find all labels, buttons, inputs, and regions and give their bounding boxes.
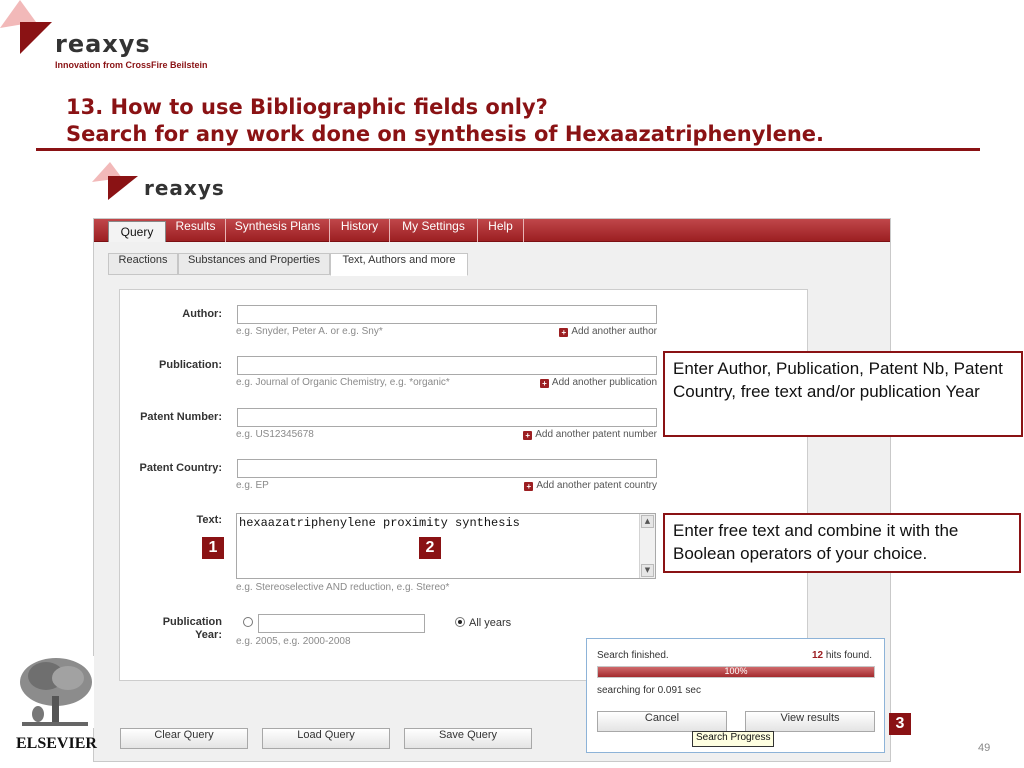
hits-suffix: hits found. (823, 650, 872, 661)
step-2-badge: 2 (419, 537, 441, 559)
plus-icon: + (524, 482, 534, 491)
plus-icon: + (523, 431, 533, 440)
save-query-button[interactable]: Save Query (404, 728, 532, 749)
progress-percent: 100% (724, 666, 748, 676)
menu-help[interactable]: Help (478, 219, 524, 242)
menu-query[interactable]: Query (108, 221, 166, 242)
progress-bar: 100% (597, 666, 875, 678)
scroll-up-icon[interactable]: ▲ (641, 515, 654, 528)
add-patent-number-link[interactable]: + Add another patent number (523, 429, 657, 440)
publication-year-label: Publication Year: (122, 616, 222, 642)
hits-found: 12 hits found. (812, 650, 872, 661)
hits-count: 12 (811, 650, 824, 661)
title-divider (36, 148, 980, 151)
publication-year-hint: e.g. 2005, e.g. 2000-2008 (236, 636, 351, 647)
reaxys-app-logo: reaxys (92, 160, 252, 202)
publication-input[interactable] (237, 356, 657, 375)
app-logo-word: reaxys (144, 176, 225, 200)
patent-country-input[interactable] (237, 459, 657, 478)
main-menu-bar: Query Results Synthesis Plans History My… (94, 219, 890, 242)
slide-title-line2: Search for any work done on synthesis of… (66, 122, 824, 146)
all-years-label: All years (469, 617, 512, 629)
patent-country-hint: e.g. EP (236, 480, 269, 491)
menu-results[interactable]: Results (166, 219, 226, 242)
reaxys-app-logo-icon (92, 162, 138, 200)
tab-reactions[interactable]: Reactions (108, 253, 178, 275)
query-form-panel: Author: e.g. Snyder, Peter A. or e.g. Sn… (119, 289, 808, 681)
add-patent-country-label: Add another patent country (536, 480, 657, 491)
view-results-button[interactable]: View results (745, 711, 875, 732)
text-query-textarea[interactable]: hexaazatriphenylene proximity synthesis … (236, 513, 656, 579)
slide-title: 13. How to use Bibliographic fields only… (66, 94, 824, 148)
menu-history[interactable]: History (330, 219, 390, 242)
add-patent-country-link[interactable]: + Add another patent country (524, 480, 657, 491)
add-publication-label: Add another publication (551, 377, 657, 388)
year-range-radio[interactable] (243, 617, 253, 627)
patent-country-label: Patent Country: (139, 462, 223, 474)
cancel-button[interactable]: Cancel (597, 711, 727, 732)
plus-icon: + (559, 328, 569, 337)
step-3-badge: 3 (889, 713, 911, 735)
elsevier-wordmark: ELSEVIER (16, 735, 97, 752)
scroll-down-icon[interactable]: ▼ (641, 564, 654, 577)
all-years-radio[interactable] (455, 617, 465, 627)
publication-hint: e.g. Journal of Organic Chemistry, e.g. … (236, 377, 450, 388)
tab-text-authors[interactable]: Text, Authors and more (330, 253, 468, 276)
menu-my-settings[interactable]: My Settings (390, 219, 478, 242)
publication-label: Publication: (159, 359, 222, 371)
publication-year-label-line2: Year: (195, 629, 222, 641)
add-publication-link[interactable]: + Add another publication (539, 377, 657, 388)
search-progress-tooltip: Search Progress (692, 731, 775, 747)
text-hint: e.g. Stereoselective AND reduction, e.g.… (236, 582, 450, 593)
author-label: Author: (182, 308, 222, 320)
search-status: Search finished. (597, 650, 669, 661)
add-author-link[interactable]: + Add another author (559, 326, 657, 337)
patent-number-hint: e.g. US12345678 (236, 429, 314, 440)
clear-query-button[interactable]: Clear Query (120, 728, 248, 749)
text-label: Text: (196, 514, 222, 526)
publication-year-label-line1: Publication (162, 616, 222, 628)
brand-word: reaxys (55, 30, 151, 58)
textarea-scrollbar[interactable]: ▲ ▼ (639, 514, 655, 578)
callout-text: Enter free text and combine it with the … (663, 513, 1021, 573)
add-author-label: Add another author (571, 326, 657, 337)
callout-fields: Enter Author, Publication, Patent Nb, Pa… (663, 351, 1023, 437)
publication-year-input[interactable] (258, 614, 425, 633)
load-query-button[interactable]: Load Query (262, 728, 390, 749)
step-1-badge: 1 (202, 537, 224, 559)
menu-synthesis-plans[interactable]: Synthesis Plans (226, 219, 330, 242)
brand-tagline: Innovation from CrossFire Beilstein (55, 60, 208, 70)
elsevier-tree-logo-icon (16, 656, 94, 728)
reaxys-logo-icon (0, 0, 52, 54)
patent-number-input[interactable] (237, 408, 657, 427)
author-input[interactable] (237, 305, 657, 324)
plus-icon: + (539, 379, 549, 388)
text-query-value: hexaazatriphenylene proximity synthesis (239, 516, 520, 530)
slide-title-line1: 13. How to use Bibliographic fields only… (66, 95, 548, 119)
add-patent-number-label: Add another patent number (535, 429, 657, 440)
author-hint: e.g. Snyder, Peter A. or e.g. Sny* (236, 326, 383, 337)
reaxys-slide-logo: reaxys Innovation from CrossFire Beilste… (0, 0, 240, 76)
patent-number-label: Patent Number: (140, 411, 222, 423)
search-timing: searching for 0.091 sec (597, 685, 701, 696)
tab-substances-properties[interactable]: Substances and Properties (178, 253, 330, 275)
page-number: 49 (978, 742, 991, 754)
